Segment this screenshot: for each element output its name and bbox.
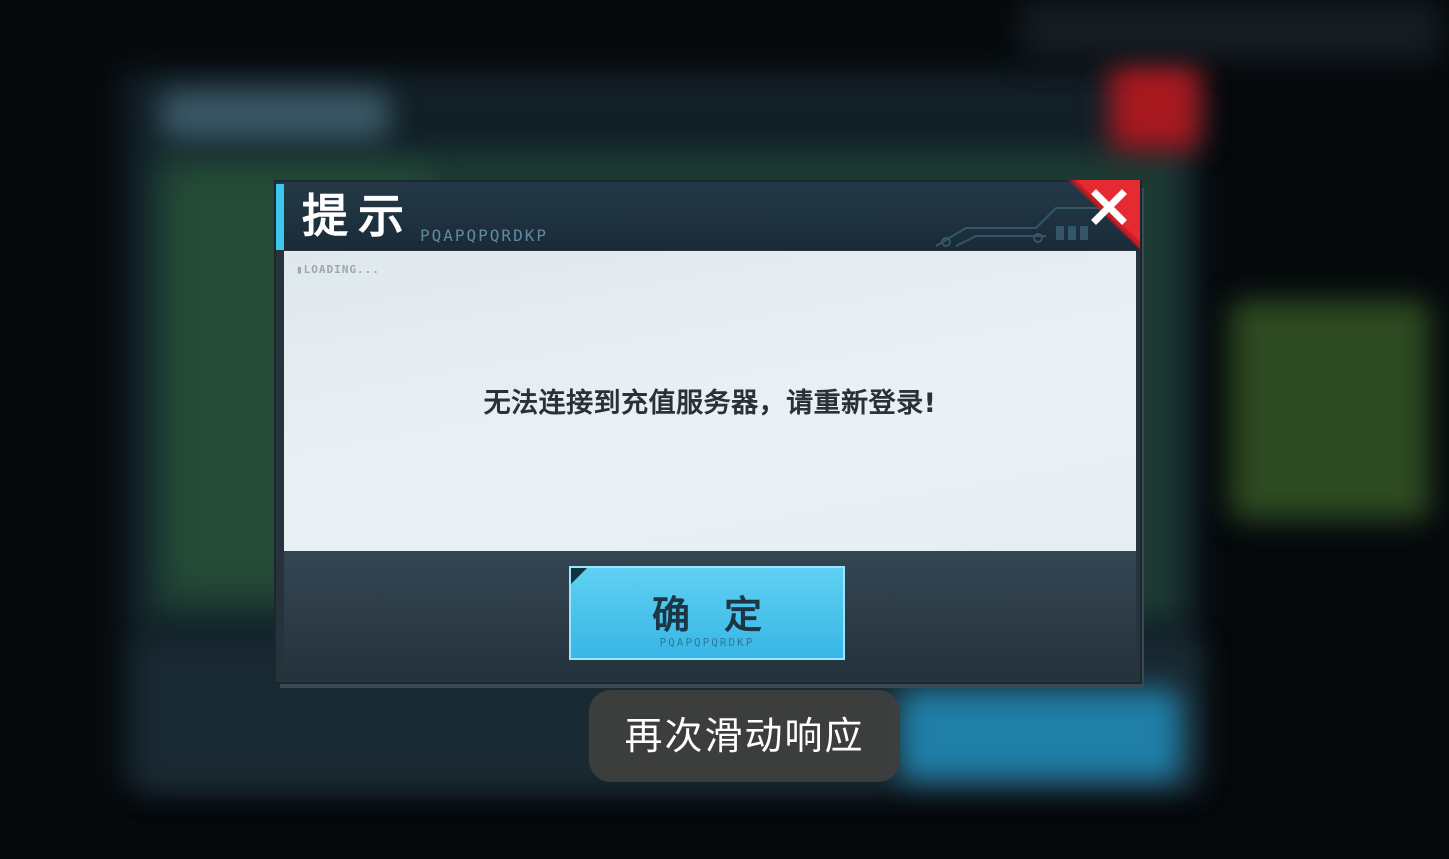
dialog-body: ▮LOADING... 无法连接到充值服务器，请重新登录! xyxy=(284,251,1136,551)
dialog-header: 提示 PQAPQPQRDKP xyxy=(276,180,1140,250)
alert-dialog: 提示 PQAPQPQRDKP ▮LOADING... 无法连接到充值服务器，请重… xyxy=(276,180,1140,682)
dialog-message: 无法连接到充值服务器，请重新登录! xyxy=(483,388,937,419)
bg-button xyxy=(900,690,1180,780)
dialog-footer: 确定 PQAPQPQRDKP xyxy=(284,551,1136,679)
loading-label: ▮LOADING... xyxy=(296,263,380,276)
confirm-button[interactable]: 确定 PQAPQPQRDKP xyxy=(569,566,845,660)
bg-top-bar xyxy=(1020,0,1440,60)
confirm-button-subtext: PQAPQPQRDKP xyxy=(659,636,755,649)
button-corner-decoration xyxy=(571,568,587,584)
close-button[interactable] xyxy=(1068,180,1140,250)
close-x-icon xyxy=(1068,180,1140,250)
header-accent-bar xyxy=(276,184,284,250)
header-decor-text: PQAPQPQRDKP xyxy=(420,226,548,245)
bg-glow xyxy=(1230,300,1430,520)
bg-close-button xyxy=(1110,60,1200,150)
bg-title xyxy=(160,90,390,140)
confirm-button-label: 确定 xyxy=(651,593,796,637)
toast-text: 再次滑动响应 xyxy=(624,714,865,758)
toast-notification: 再次滑动响应 xyxy=(589,690,900,782)
dialog-title: 提示 xyxy=(302,189,414,243)
